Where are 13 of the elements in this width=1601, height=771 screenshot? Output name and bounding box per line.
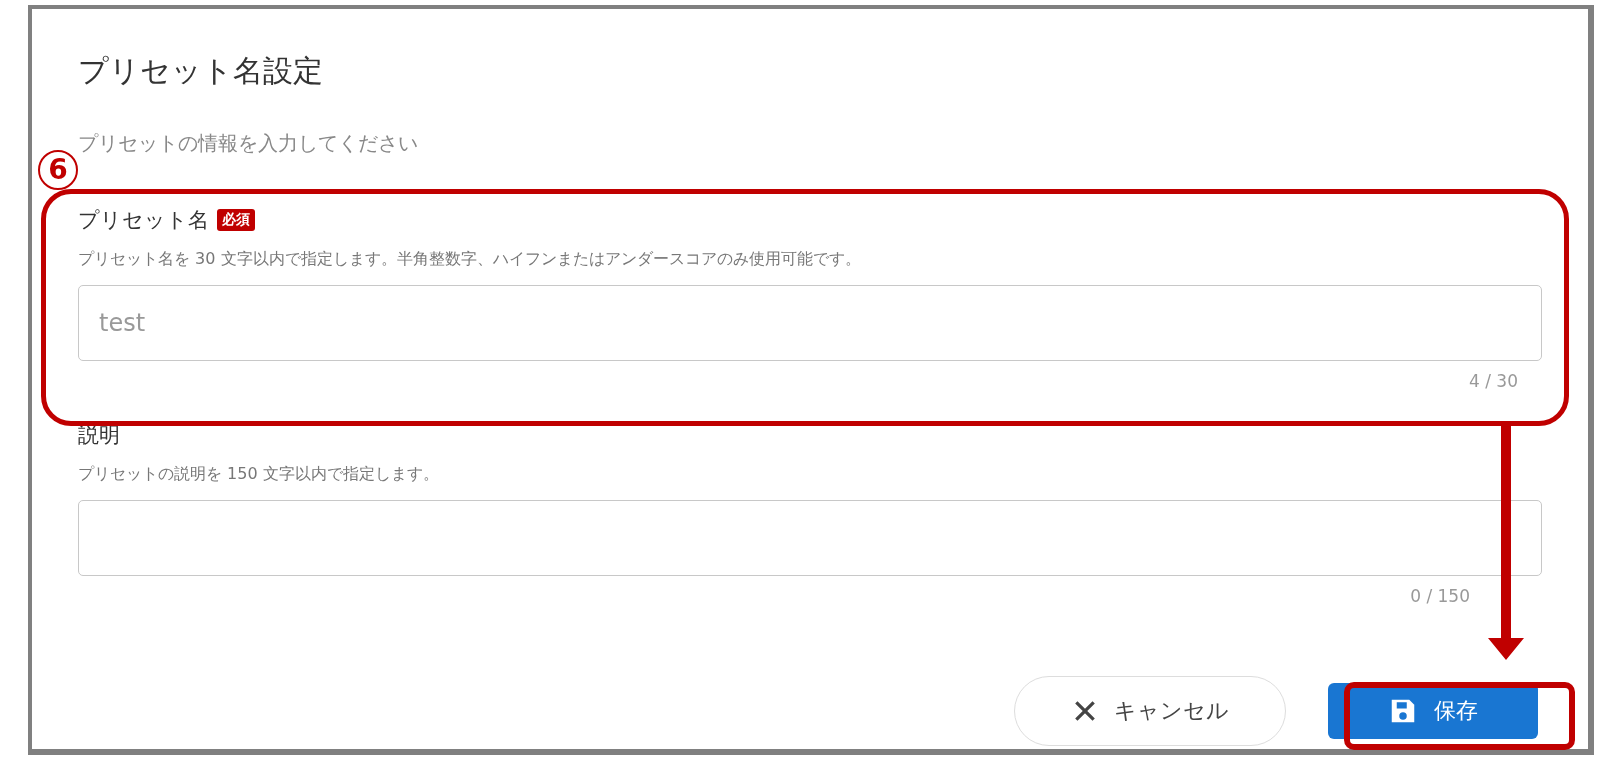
character-counter: 0 / 150 bbox=[1410, 586, 1470, 606]
dialog-title: プリセット名設定 bbox=[78, 52, 324, 90]
cancel-button[interactable]: キャンセル bbox=[1014, 676, 1286, 746]
dialog-subtitle: プリセットの情報を入力してください bbox=[78, 130, 419, 157]
required-badge: 必須 bbox=[217, 209, 255, 231]
text-field[interactable]: test bbox=[78, 285, 1542, 361]
field-label: プリセット名 bbox=[78, 207, 209, 234]
field-hint: プリセット名を 30 文字以内で指定します。半角整数字、ハイフンまたはアンダースコアのみ使用可能です。 bbox=[78, 248, 862, 270]
step-number-marker: 6 bbox=[38, 150, 78, 190]
field-hint: プリセットの説明を 150 文字以内で指定します。 bbox=[78, 463, 440, 485]
character-counter: 4 / 30 bbox=[1469, 371, 1518, 391]
text-field[interactable] bbox=[78, 500, 1542, 576]
field-label: 説明 bbox=[78, 422, 120, 449]
